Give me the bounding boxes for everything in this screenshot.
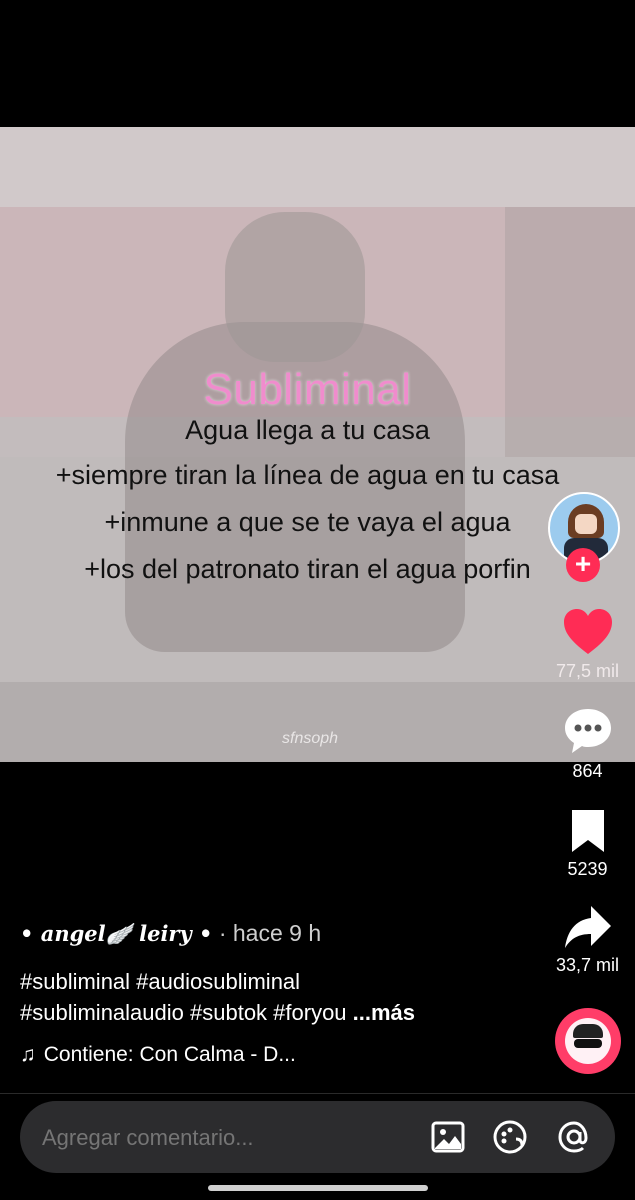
post-description[interactable]: #subliminal #audiosubliminal #subliminal… xyxy=(20,966,540,1028)
bookmark-count: 5239 xyxy=(567,859,608,879)
author-name[interactable]: • angel🪽 leiry • xyxy=(20,921,212,946)
video-text-line-4: +los del patronato tiran el agua porfin xyxy=(84,554,531,584)
music-disc-avatar xyxy=(565,1018,611,1064)
video-text-line-3: +inmune a que se te vaya el agua xyxy=(104,507,511,537)
emoji-icon[interactable] xyxy=(492,1119,528,1155)
share-button[interactable]: 33,7 mil xyxy=(540,904,635,976)
share-count: 33,7 mil xyxy=(555,955,620,975)
author-row: • angel🪽 leiry • · hace 9 h xyxy=(20,920,321,947)
more-link[interactable]: ...más xyxy=(353,1000,415,1025)
comment-input[interactable] xyxy=(40,1101,424,1175)
video-text-line-1: Agua llega a tu casa xyxy=(185,415,430,445)
comment-icon xyxy=(564,709,611,753)
music-info[interactable]: ♫ Contiene: Con Calma - D... xyxy=(20,1043,296,1067)
video-watermark: sfnsoph xyxy=(282,730,339,747)
comment-button[interactable]: 864 xyxy=(540,706,635,782)
wing-emoji: 🪽 xyxy=(105,921,132,946)
music-title: Contiene: Con Calma - D... xyxy=(43,1043,296,1066)
bookmark-icon xyxy=(571,810,604,852)
video-title-text: Subliminal xyxy=(203,365,412,414)
hashtags-line-1: #subliminal #audiosubliminal xyxy=(20,969,301,994)
divider xyxy=(0,1093,635,1094)
music-note-icon: ♫ xyxy=(20,1043,36,1066)
hashtags-line-2: #subliminalaudio #subtok #foryou xyxy=(20,1000,353,1025)
like-count: 77,5 mil xyxy=(555,661,620,681)
creator-avatar-group[interactable]: + xyxy=(548,492,620,582)
post-time: hace 9 h xyxy=(232,920,322,946)
heart-icon xyxy=(563,609,612,654)
separator-dot: · xyxy=(212,920,233,946)
share-icon xyxy=(564,906,611,948)
like-button[interactable]: 77,5 mil xyxy=(540,608,635,682)
comment-bar xyxy=(20,1101,615,1175)
mention-icon[interactable] xyxy=(556,1119,592,1155)
music-disc[interactable] xyxy=(555,1008,621,1074)
video-text-line-2: +siempre tiran la línea de agua en tu ca… xyxy=(55,460,560,490)
bookmark-button[interactable]: 5239 xyxy=(540,808,635,880)
follow-plus-icon[interactable]: + xyxy=(566,548,600,582)
comment-count: 864 xyxy=(572,761,603,781)
image-icon[interactable] xyxy=(430,1119,466,1155)
home-indicator[interactable] xyxy=(208,1185,428,1191)
